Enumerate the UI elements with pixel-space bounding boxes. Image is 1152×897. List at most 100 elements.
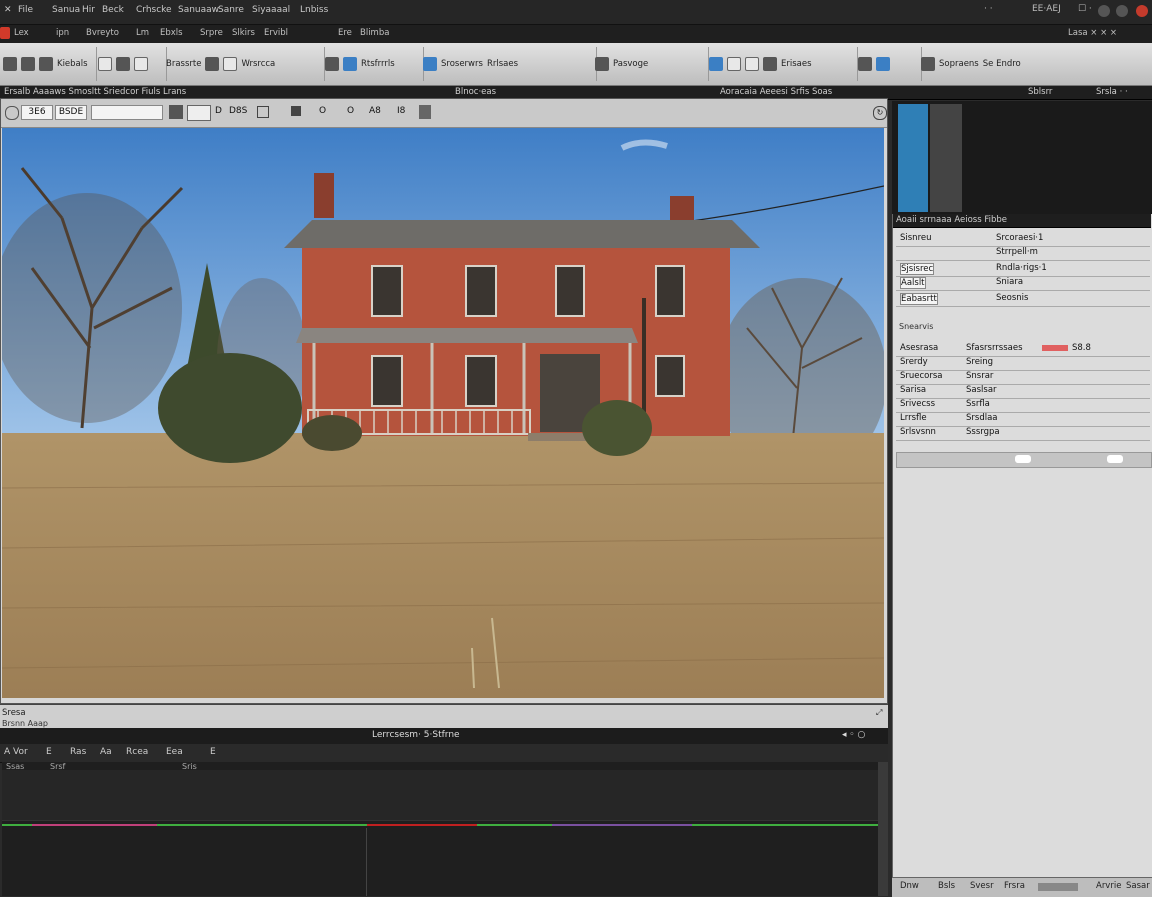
menu-item-9[interactable]: Lnbiss <box>300 5 328 15</box>
save-icon[interactable] <box>39 57 53 71</box>
menu-item-file[interactable]: File <box>18 5 33 15</box>
fill-icon[interactable] <box>291 106 301 116</box>
menu-item-5[interactable]: Crhscke <box>136 5 172 15</box>
prop-row-top-4[interactable]: Aalslt Sniara <box>896 276 1150 291</box>
transform-icon[interactable] <box>858 57 872 71</box>
clip-pink[interactable] <box>32 824 157 826</box>
tab-9[interactable]: Ere <box>338 28 352 38</box>
footer-button-6[interactable]: Sasar <box>1126 881 1150 891</box>
tab-3[interactable]: Bvreyto <box>86 28 119 38</box>
footer-button-3[interactable]: Svesr <box>970 881 994 891</box>
square-icon[interactable] <box>257 106 269 118</box>
tab-1[interactable]: Lex <box>14 28 29 38</box>
panel-controls-right[interactable]: Srsla · · <box>1096 87 1128 97</box>
prop-row-2[interactable]: Srerdy Sreing <box>896 356 1150 371</box>
thumbnail-dark[interactable] <box>930 104 962 212</box>
toolbar-label-5[interactable]: Sroserwrs <box>441 59 483 69</box>
tab-7[interactable]: Slkirs <box>232 28 255 38</box>
eraser-icon[interactable] <box>223 57 238 71</box>
viewer-tool-3[interactable]: O <box>319 106 326 116</box>
menu-item-4[interactable]: Beck <box>102 5 124 15</box>
tab-2[interactable]: ipn <box>56 28 69 38</box>
view-icon[interactable] <box>709 57 723 71</box>
fx-icon[interactable] <box>876 57 890 71</box>
prop-row-top-1[interactable]: Sisnreu Srcoraesi·1 <box>896 232 1150 247</box>
cut-icon[interactable] <box>116 57 130 71</box>
prop-row-top-5[interactable]: Eabasrtt Seosnis <box>896 292 1150 307</box>
prop-row-1[interactable]: Asesrasa Sfasrsrrssaes S8.8 <box>896 342 1150 357</box>
close-icon[interactable] <box>1136 5 1148 17</box>
export-icon[interactable] <box>763 57 777 71</box>
prop-row-top-3[interactable]: Sjsisrec Rndla·rigs·1 <box>896 262 1150 277</box>
toolbar-label-2[interactable]: Brassrte <box>166 59 201 69</box>
prop-row-top-2[interactable]: Strrpell·m <box>896 246 1150 261</box>
clip-green-3[interactable] <box>477 824 552 826</box>
prop-row-7[interactable]: Srlsvsnn Sssrgpa <box>896 426 1150 441</box>
toolbar-label-4[interactable]: Rtsfrrrls <box>361 59 395 69</box>
frame-toggle-icon[interactable] <box>187 105 211 121</box>
mode-field[interactable]: BSDE <box>55 105 87 120</box>
viewer-tool-2[interactable]: D8S <box>229 106 247 116</box>
layers-icon[interactable] <box>419 105 431 119</box>
fit-icon[interactable] <box>169 105 183 119</box>
prop-row-6[interactable]: Lrrsfle Srsdlaa <box>896 412 1150 427</box>
clip-green-2[interactable] <box>157 824 367 826</box>
tab-6[interactable]: Srpre <box>200 28 223 38</box>
grid-icon[interactable] <box>727 57 741 71</box>
clip-green-1[interactable] <box>2 824 32 826</box>
track-lane-1[interactable] <box>2 770 878 821</box>
timeline-tool-3[interactable]: Ras <box>70 747 86 757</box>
toolbar-label-9[interactable]: Sopraens <box>939 59 979 69</box>
viewer-tabs[interactable]: Ersalb Aaaaws Smosltt Sriedcor Fiuls Lra… <box>4 87 186 97</box>
timeline-tool-2[interactable]: E <box>46 747 52 757</box>
viewer-tool-1[interactable]: D <box>215 106 222 116</box>
tab-4[interactable]: Lm <box>136 28 149 38</box>
app-menu-icon[interactable]: ✕ <box>4 5 12 15</box>
viewer-tool-5[interactable]: A8 <box>369 106 381 116</box>
photo-canvas[interactable] <box>2 128 884 698</box>
tab-8[interactable]: Ervibl <box>264 28 288 38</box>
color-swatch[interactable] <box>1042 345 1068 351</box>
menu-item-2[interactable]: Sanua <box>52 5 80 15</box>
brush-icon[interactable] <box>205 57 220 71</box>
viewer-tool-6[interactable]: I8 <box>397 106 405 116</box>
prop-row-5[interactable]: Srivecss Ssrfla <box>896 398 1150 413</box>
menu-item-7[interactable]: Sanre <box>218 5 244 15</box>
picture-icon[interactable] <box>423 57 437 71</box>
bar2-right-controls[interactable]: Lasa × × × <box>1068 28 1117 38</box>
toolbar-label-7[interactable]: Pasvoge <box>613 59 648 69</box>
record-icon[interactable] <box>0 27 10 39</box>
toolbar-label-8[interactable]: Erisaes <box>781 59 812 69</box>
timeline-tool-4[interactable]: Aa <box>100 747 112 757</box>
footer-button-4[interactable]: Frsra <box>1004 881 1025 891</box>
clip-green-4[interactable] <box>692 824 878 826</box>
menu-item-6[interactable]: Sanuaaw <box>178 5 219 15</box>
settings-icon[interactable] <box>595 57 609 71</box>
render-icon[interactable] <box>921 57 935 71</box>
clip-red[interactable] <box>367 824 477 826</box>
minimize-icon[interactable] <box>1098 5 1110 17</box>
copy-icon[interactable] <box>134 57 148 71</box>
timeline-tool-6[interactable]: Eea <box>166 747 183 757</box>
crop-icon[interactable] <box>98 57 112 71</box>
zoom-field[interactable]: 3E6 <box>21 105 53 120</box>
slider-field[interactable] <box>91 105 163 120</box>
expand-icon[interactable]: ⤢ <box>876 708 882 718</box>
footer-button-1[interactable]: Dnw <box>900 881 919 891</box>
toolbar-label-3[interactable]: Wrsrcca <box>241 59 275 69</box>
prop-row-3[interactable]: Sruecorsa Snsrar <box>896 370 1150 385</box>
timeline-tool-1[interactable]: A Vor <box>4 747 28 757</box>
footer-slider[interactable] <box>1038 883 1078 891</box>
timeline-tool-7[interactable]: E <box>210 747 216 757</box>
maximize-icon[interactable] <box>1116 5 1128 17</box>
timeline-controls-icon[interactable]: ◂ ◦ ○ <box>842 730 865 740</box>
props-slider-row[interactable] <box>896 452 1152 468</box>
timeline-tracks[interactable]: Ssas Srsf Sris <box>2 762 878 896</box>
layer-icon[interactable] <box>325 57 339 71</box>
slider-handle-icon[interactable] <box>1015 455 1031 463</box>
refresh-icon[interactable]: ↻ <box>873 106 887 120</box>
image-icon[interactable] <box>343 57 357 71</box>
menu-item-3[interactable]: Hir <box>82 5 95 15</box>
target-icon[interactable] <box>5 106 19 120</box>
timeline-tool-5[interactable]: Rcea <box>126 747 148 757</box>
